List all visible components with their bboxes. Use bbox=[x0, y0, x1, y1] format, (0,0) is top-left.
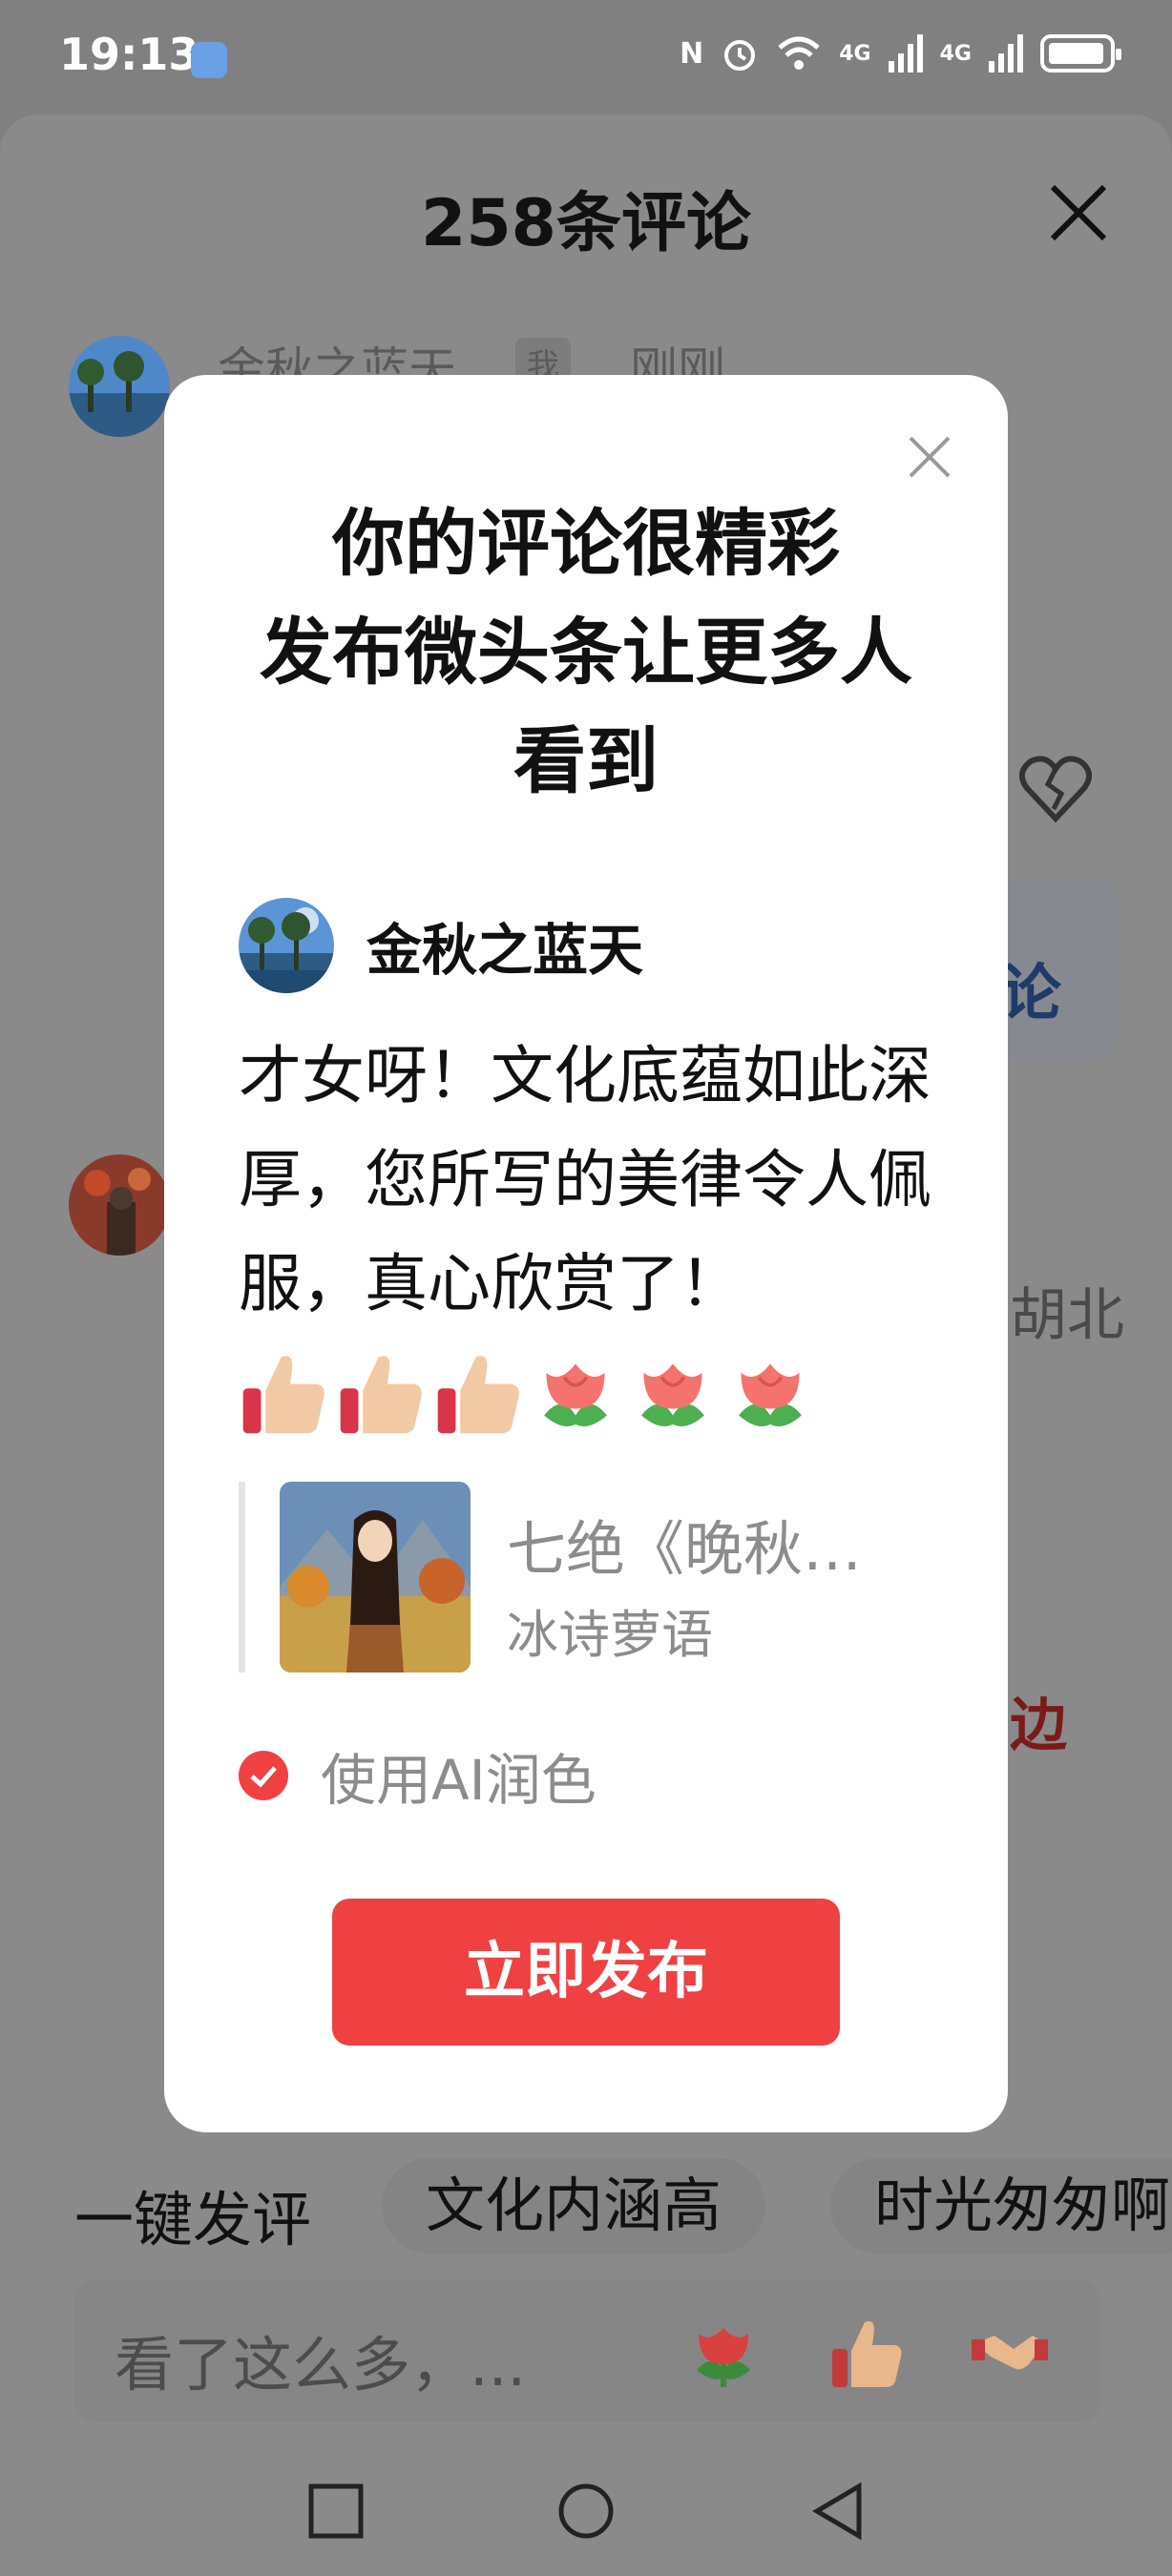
thumbs-up-icon bbox=[242, 1356, 324, 1434]
peek-text-2: 胡北 bbox=[1010, 1282, 1124, 1349]
thumbs-up-icon bbox=[340, 1356, 422, 1434]
comment-emojis bbox=[239, 1348, 815, 1444]
home-icon[interactable] bbox=[555, 2481, 617, 2542]
close-icon[interactable] bbox=[907, 434, 952, 480]
wifi-icon bbox=[778, 36, 820, 70]
quick-reply-label: 一键发评 bbox=[74, 2185, 312, 2254]
peek-text-1: 论 bbox=[1000, 959, 1061, 1029]
quick-reply-chip[interactable]: 文化内涵高 bbox=[382, 2158, 766, 2254]
quoted-article[interactable]: 七绝《晚秋… 冰诗萝语 bbox=[239, 1482, 935, 1672]
thumbs-up-icon bbox=[437, 1356, 519, 1434]
signal-icon-2 bbox=[989, 34, 1023, 73]
alarm-icon bbox=[724, 40, 756, 71]
app-icon bbox=[191, 42, 227, 78]
avatar bbox=[239, 898, 334, 993]
dialog-title: 你的评论很精彩 发布微头条让更多人 看到 bbox=[260, 501, 912, 803]
ai-polish-option[interactable]: 使用AI润色 bbox=[239, 1737, 596, 1814]
battery-icon bbox=[1040, 34, 1121, 73]
article-title: 七绝《晚秋… bbox=[507, 1514, 863, 1584]
nfc-icon: N bbox=[680, 36, 704, 71]
status-time: 19:13 bbox=[59, 29, 199, 80]
rose-icon[interactable] bbox=[685, 2315, 762, 2391]
comment-text: 才女呀！文化底蕴如此深厚，您所写的美律令人佩服，真心欣赏了！ bbox=[239, 1039, 931, 1320]
status-bar: 19:13 N 4G 4G bbox=[0, 0, 1172, 114]
network-type-2: 4G bbox=[939, 41, 972, 66]
rose-icon bbox=[641, 1363, 704, 1427]
sheet-title: 258条评论 bbox=[421, 186, 751, 261]
thumbs-up-icon[interactable] bbox=[828, 2315, 905, 2391]
quick-reply-chip[interactable]: 时光匆匆啊 bbox=[830, 2158, 1172, 2254]
avatar[interactable] bbox=[69, 336, 170, 437]
close-icon[interactable] bbox=[1045, 179, 1112, 246]
broken-heart-icon[interactable] bbox=[1019, 756, 1092, 822]
author-name: 金秋之蓝天 bbox=[366, 918, 644, 983]
publish-dialog: 你的评论很精彩 发布微头条让更多人 看到 金秋之蓝天 才女呀！文化底蕴如此深厚，… bbox=[164, 375, 1008, 2132]
comment-input[interactable]: 看了这么多，... bbox=[74, 2280, 1100, 2421]
article-author: 冰诗萝语 bbox=[507, 1605, 713, 1665]
handshake-icon[interactable] bbox=[972, 2315, 1048, 2391]
rose-icon bbox=[544, 1363, 607, 1427]
avatar[interactable] bbox=[69, 1154, 170, 1256]
rose-icon bbox=[739, 1363, 802, 1427]
battery-level bbox=[1049, 43, 1103, 64]
author-row: 金秋之蓝天 bbox=[239, 898, 643, 993]
back-icon[interactable] bbox=[807, 2481, 869, 2542]
checkbox-checked-icon[interactable] bbox=[239, 1751, 288, 1800]
article-thumbnail bbox=[280, 1482, 471, 1672]
navigation-bar bbox=[0, 2442, 1172, 2576]
comment-input-placeholder: 看了这么多，... bbox=[115, 2330, 527, 2399]
status-icons: N 4G 4G bbox=[680, 34, 1121, 73]
publish-button[interactable]: 立即发布 bbox=[332, 1899, 840, 2046]
network-type-1: 4G bbox=[839, 41, 871, 66]
ai-polish-label: 使用AI润色 bbox=[321, 1748, 596, 1813]
signal-icon bbox=[888, 34, 923, 73]
quick-reply-row: 一键发评 文化内涵高 时光匆匆啊 bbox=[0, 2158, 1172, 2254]
peek-text-3: 边 bbox=[1010, 1693, 1067, 1759]
recents-icon[interactable] bbox=[305, 2481, 366, 2542]
